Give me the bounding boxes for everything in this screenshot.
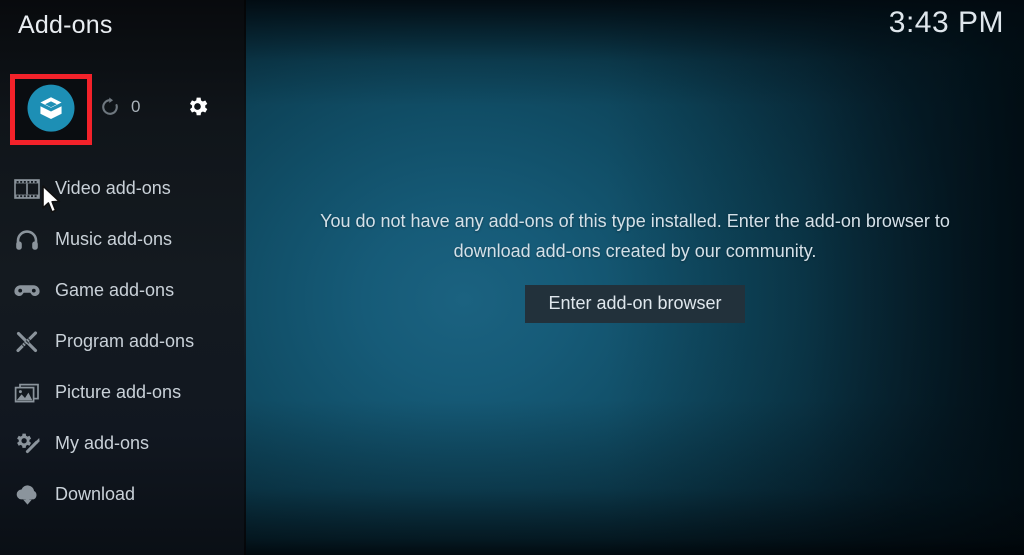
refresh-count: 0	[131, 97, 141, 116]
gear-screwdriver-icon	[12, 429, 42, 459]
sidebar-item-label: Video add-ons	[55, 178, 171, 198]
sidebar-item-game-add-ons[interactable]: Game add-ons	[0, 265, 246, 316]
sidebar-item-download[interactable]: Download	[0, 469, 246, 520]
sidebar-item-program-add-ons[interactable]: Program add-ons	[0, 316, 246, 367]
sidebar-item-label: Music add-ons	[55, 229, 173, 249]
headphones-icon	[12, 225, 42, 255]
sidebar-toolbar: 0	[0, 74, 246, 213]
sidebar-item-label: Download	[55, 484, 136, 504]
sidebar-item-label: My add-ons	[55, 433, 150, 453]
film-strip-icon	[12, 174, 42, 204]
refresh-icon[interactable]	[99, 96, 121, 118]
sidebar-item-label: Picture add-ons	[55, 382, 182, 402]
empty-state-message: You do not have any add-ons of this type…	[320, 211, 950, 261]
open-box-icon	[27, 84, 75, 132]
sidebar-item-video-add-ons[interactable]: Video add-ons	[0, 163, 246, 214]
page-title: Add-ons	[18, 11, 113, 39]
gear-icon[interactable]	[185, 94, 210, 119]
sidebar-item-music-add-ons[interactable]: Music add-ons	[0, 214, 246, 265]
clock: 3:43 PM	[888, 6, 1004, 39]
pencil-ruler-icon	[12, 327, 42, 357]
enter-addon-browser-button[interactable]: Enter add-on browser	[525, 285, 745, 323]
download-cloud-icon	[12, 480, 42, 510]
gamepad-icon	[12, 276, 42, 306]
sidebar-item-label: Program add-ons	[55, 331, 195, 351]
empty-state: You do not have any add-ons of this type…	[246, 0, 1024, 555]
addon-browser-button[interactable]	[10, 74, 92, 145]
sidebar-menu: Video add-ons Music add-ons Game add-ons…	[0, 163, 246, 520]
sidebar-item-picture-add-ons[interactable]: Picture add-ons	[0, 367, 246, 418]
picture-frame-icon	[12, 378, 42, 408]
refresh-group[interactable]: 0	[99, 96, 140, 118]
sidebar-item-label: Game add-ons	[55, 280, 175, 300]
sidebar-item-my-add-ons[interactable]: My add-ons	[0, 418, 246, 469]
kodi-addons-screen: Add-ons 3:43 PM 0 Video add-ons Music ad…	[0, 0, 1024, 555]
